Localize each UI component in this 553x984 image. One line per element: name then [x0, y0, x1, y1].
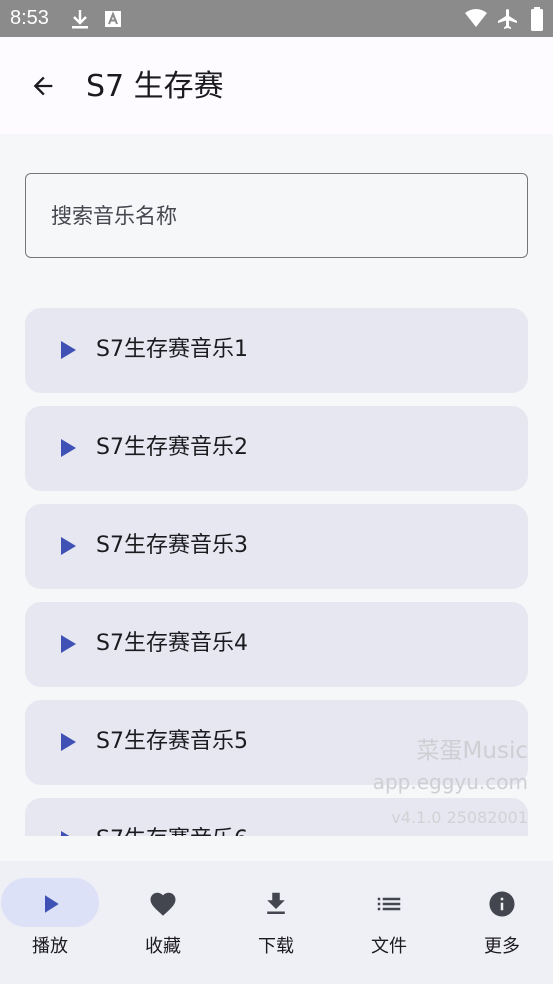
list-item[interactable]: S7生存赛音乐3 [25, 504, 528, 589]
nav-item-more[interactable]: 更多 [447, 861, 553, 984]
keyboard-a-icon [105, 11, 121, 27]
search-input[interactable] [26, 174, 527, 257]
nav-item-downloads[interactable]: 下载 [221, 861, 331, 984]
play-icon [0, 889, 105, 919]
battery-icon [531, 7, 543, 31]
nav-label: 播放 [32, 936, 68, 957]
play-icon [61, 537, 76, 555]
watermark-url: app.eggyu.com [372, 770, 528, 794]
play-icon [61, 831, 70, 836]
watermark-app-name: 菜蛋Music [416, 738, 528, 764]
download-icon [221, 889, 331, 919]
arrow-left-icon [33, 76, 53, 96]
play-icon [61, 733, 76, 751]
status-time: 8:53 [10, 7, 49, 29]
info-icon [447, 889, 553, 919]
watermark-version: v4.1.0 25082001 [391, 808, 528, 827]
app-bar: S7 生存赛 [0, 37, 553, 134]
list-item[interactable]: S7生存赛音乐1 [25, 308, 528, 393]
heart-icon [108, 889, 218, 919]
airplane-icon [498, 9, 517, 29]
list-item-label: S7生存赛音乐3 [96, 533, 248, 558]
list-item-label: S7生存赛音乐1 [96, 337, 248, 362]
nav-label: 文件 [371, 936, 407, 957]
nav-label: 更多 [484, 936, 520, 957]
nav-item-files[interactable]: 文件 [334, 861, 444, 984]
nav-label: 下载 [258, 936, 294, 957]
back-button[interactable] [22, 65, 64, 107]
list-item-label: S7生存赛音乐5 [96, 729, 248, 754]
wifi-icon [465, 9, 487, 27]
list-icon [334, 889, 444, 919]
page-title: S7 生存赛 [86, 69, 224, 104]
download-icon [72, 10, 88, 29]
list-item-label: S7生存赛音乐4 [96, 631, 248, 656]
play-icon [61, 341, 76, 359]
search-field[interactable] [25, 173, 528, 258]
play-icon [61, 439, 76, 457]
play-icon [61, 635, 76, 653]
nav-item-favorites[interactable]: 收藏 [108, 861, 218, 984]
nav-label: 收藏 [145, 936, 181, 957]
list-item-label: S7生存赛音乐6 [96, 826, 248, 836]
screen: 8:53 S7 生存赛 搜索音乐名称 S7生存赛音乐1 S7生存赛音乐2 S7生… [0, 0, 553, 984]
status-bar: 8:53 [0, 0, 553, 37]
nav-item-play[interactable]: 播放 [0, 861, 110, 984]
list-item[interactable]: S7生存赛音乐4 [25, 602, 528, 687]
list-item-label: S7生存赛音乐2 [96, 435, 248, 460]
bottom-navigation: 播放 收藏 下载 文件 更多 [0, 861, 553, 984]
list-item[interactable]: S7生存赛音乐2 [25, 406, 528, 491]
